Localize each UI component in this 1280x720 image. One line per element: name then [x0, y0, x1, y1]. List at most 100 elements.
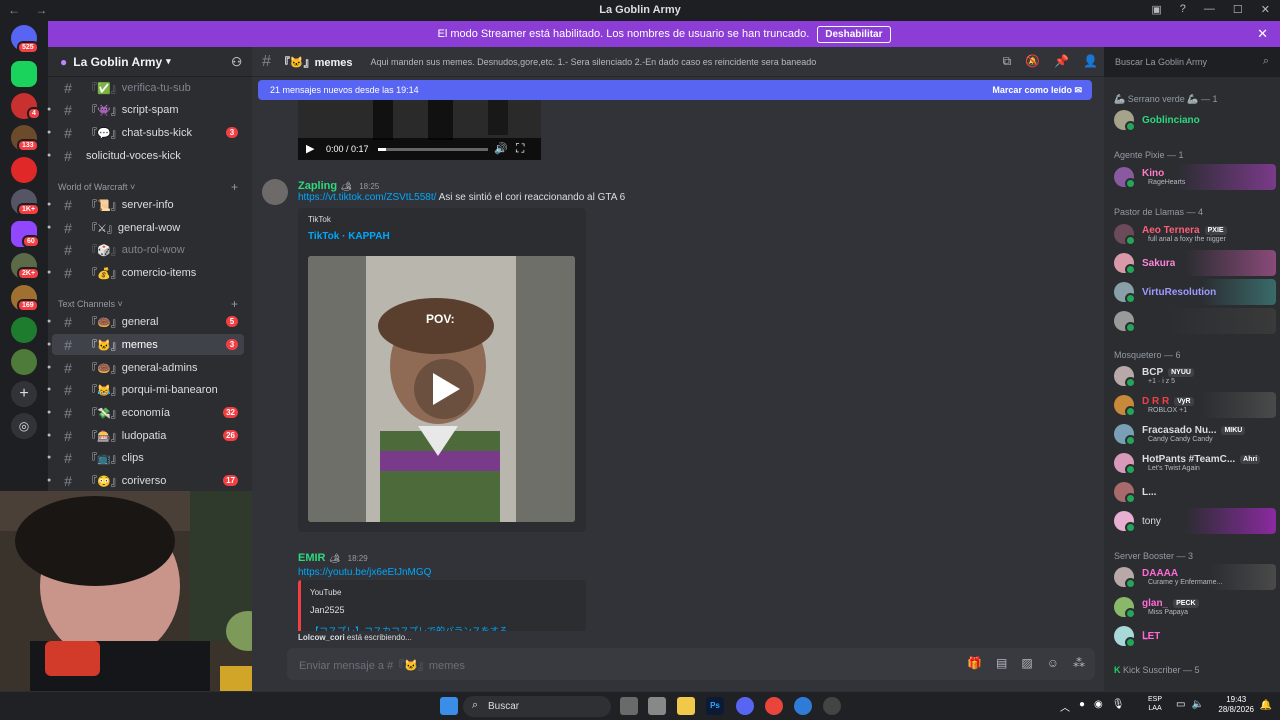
language-indicator[interactable]: ESP LAA — [1148, 695, 1162, 713]
pin-icon[interactable]: 📌 — [1054, 54, 1069, 69]
channel-clips[interactable]: ● # 『📺』 clips — [47, 447, 244, 468]
channel-porqui-mi-banearon[interactable]: ● # 『😹』 porqui-mi-banearon — [47, 379, 244, 400]
app-icon[interactable] — [823, 697, 841, 715]
channel-script-spam[interactable]: ● # 『👾』 script-spam — [47, 99, 244, 120]
member-item[interactable]: tony — [1110, 508, 1276, 534]
category-world-of-warcraft[interactable]: World of Warcraft ˅ + — [58, 180, 238, 194]
play-icon[interactable]: ▶ — [306, 142, 314, 155]
close-window-button[interactable]: ✕ — [1261, 3, 1270, 16]
message-link[interactable]: https://youtu.be/jx6eEtJnMGQ — [298, 567, 431, 578]
channel-label: auto-rol-wow — [121, 243, 185, 256]
sticker-icon[interactable]: ▨ — [1021, 656, 1032, 670]
server-kick-icon[interactable] — [11, 61, 37, 87]
add-server-icon[interactable]: + — [11, 381, 37, 407]
channel-verifica-tu-sub[interactable]: # 『✅』 verifica-tu-sub — [52, 77, 244, 98]
photoshop-icon[interactable]: Ps — [706, 697, 724, 715]
discord-taskbar-icon[interactable] — [736, 697, 754, 715]
app-icon[interactable] — [648, 697, 666, 715]
network-icon[interactable]: ▭ — [1176, 699, 1185, 710]
task-view-icon[interactable] — [620, 697, 638, 715]
channel-chat-subs-kick[interactable]: ● # 『💬』 chat-subs-kick 3 — [47, 122, 244, 143]
channel-general[interactable]: ● # 『🍩』 general 5 — [47, 311, 244, 332]
channel-coriverso[interactable]: ● # 『😳』 coriverso 17 — [47, 470, 244, 491]
member-item[interactable]: DAAAA Curame y Enfermame... — [1110, 564, 1276, 590]
new-messages-bar[interactable]: 21 mensajes nuevos desde las 19:14 Marca… — [258, 80, 1092, 100]
tray-app-icon[interactable]: ◉ — [1094, 699, 1103, 714]
volume-icon[interactable]: 🔊 — [494, 142, 508, 155]
mute-bell-icon[interactable]: 🔕 — [1025, 54, 1040, 69]
tray-app-icon[interactable]: ● — [1079, 699, 1085, 714]
server-icon[interactable] — [11, 349, 37, 375]
channel-economia[interactable]: ● # 『💸』 economía 32 — [47, 402, 244, 423]
member-item[interactable]: L... — [1110, 479, 1276, 505]
explore-icon[interactable]: ◎ — [11, 413, 37, 439]
mark-as-read-button[interactable]: Marcar como leído ✉ — [992, 85, 1082, 96]
close-banner-icon[interactable]: ✕ — [1257, 26, 1268, 42]
apps-icon[interactable]: ⁂ — [1073, 656, 1085, 670]
volume-icon[interactable]: 🔈 — [1191, 699, 1203, 710]
server-icon[interactable] — [11, 317, 37, 343]
channel-comercio-items[interactable]: ● # 『💰』 comercio-items — [47, 262, 244, 283]
server-icon[interactable] — [11, 157, 37, 183]
category-text-channels[interactable]: Text Channels ˅ + — [58, 297, 238, 311]
file-explorer-icon[interactable] — [677, 697, 695, 715]
help-icon[interactable]: ? — [1180, 3, 1186, 16]
embed-title[interactable]: TikTok · KAPPAH — [308, 231, 390, 242]
add-channel-icon[interactable]: + — [231, 180, 238, 194]
channel-solicitud-voces-kick[interactable]: ● # solicitud-voces-kick — [47, 145, 244, 166]
video-attachment[interactable]: ▶ 0:00 / 0:17 🔊 ⛶ — [298, 100, 541, 160]
taskbar-search[interactable]: ⌕ Buscar — [463, 696, 611, 717]
member-item[interactable]: Goblinciano — [1110, 107, 1276, 133]
channel-general-admins[interactable]: ● # 『🍩』 general-admins — [47, 357, 244, 378]
member-item[interactable] — [1110, 308, 1276, 334]
add-member-icon[interactable]: ⚇ — [231, 55, 242, 69]
maximize-button[interactable]: ☐ — [1233, 3, 1243, 16]
member-item[interactable]: glan_ PECK Miss Papaya — [1110, 594, 1276, 620]
member-item[interactable]: HotPants #TeamC... Ahri Let's Twist Again — [1110, 450, 1276, 476]
message-link[interactable]: https://vt.tiktok.com/ZSVtL558t/ — [298, 192, 436, 203]
tray-chevron-icon[interactable]: ︿ — [1060, 699, 1070, 714]
members-icon[interactable]: 👤 — [1083, 54, 1098, 69]
server-header[interactable]: ● La Goblin Army ▾ ⚇ — [48, 47, 252, 77]
threads-icon[interactable]: ⧉ — [1003, 54, 1012, 69]
inbox-icon[interactable]: ▣ — [1151, 3, 1161, 16]
unread-dot-icon: ● — [47, 224, 52, 231]
channel-memes[interactable]: ● # 『🐱』 memes 3 — [47, 334, 244, 355]
embed-author[interactable]: Jan2525 — [310, 605, 345, 615]
video-progress-bar[interactable] — [378, 148, 488, 151]
microphone-icon[interactable]: 🎙 — [1112, 699, 1125, 714]
member-item[interactable]: Aeo Ternera PXIE full anal a foxy the nigg… — [1110, 221, 1276, 247]
channel-sidebar: ● La Goblin Army ▾ ⚇ # 『✅』 verifica-tu-sub… — [47, 47, 252, 491]
embed-video[interactable]: POV: — [308, 256, 575, 522]
clock[interactable]: 19:43 28/8/2026 — [1218, 695, 1254, 715]
member-item[interactable]: ᒪET — [1110, 623, 1276, 649]
gift-icon[interactable]: 🎁 — [967, 656, 982, 670]
member-item[interactable]: Kino RageHearts — [1110, 164, 1276, 190]
channel-auto-rol-wow[interactable]: # 『🎲』 auto-rol-wow — [52, 239, 244, 260]
username[interactable]: Zapling — [298, 180, 337, 192]
member-item[interactable]: Sakura — [1110, 250, 1276, 276]
gif-icon[interactable]: ▤ — [996, 656, 1007, 670]
windows-start-icon[interactable] — [440, 697, 458, 715]
member-item[interactable]: VirtuResolution — [1110, 279, 1276, 305]
search-input[interactable]: Buscar La Goblin Army ⌕ — [1109, 51, 1275, 73]
message-composer[interactable]: Enviar mensaje a #『🐱』memes 🎁 ▤ ▨ ☺ ⁂ — [287, 648, 1095, 680]
chrome-icon[interactable] — [765, 697, 783, 715]
notification-icon[interactable]: 🔔 — [1260, 700, 1272, 711]
channel-ludopatia[interactable]: ● # 『🎰』 ludopatia 26 — [47, 425, 244, 446]
username[interactable]: EMIR — [298, 552, 326, 564]
add-channel-icon[interactable]: + — [231, 297, 238, 311]
member-item[interactable]: D R R VyR ROBLOX +1 — [1110, 392, 1276, 418]
disable-streamer-button[interactable]: Deshabilitar — [817, 25, 891, 43]
member-item[interactable]: Fracasado Nu... MIKU Candy Candy Candy — [1110, 421, 1276, 447]
channel-topic[interactable]: Aqui manden sus memes. Desnudos,gore,etc… — [371, 57, 817, 67]
badge: 2K+ — [17, 267, 41, 280]
avatar[interactable] — [262, 179, 288, 205]
emoji-icon[interactable]: ☺ — [1047, 656, 1059, 670]
fullscreen-icon[interactable]: ⛶ — [516, 141, 524, 156]
channel-server-info[interactable]: ● # 『📜』 server-info — [47, 194, 244, 215]
app-icon[interactable] — [794, 697, 812, 715]
channel-general-wow[interactable]: ● # 『⚔』 general-wow — [47, 217, 244, 238]
minimize-button[interactable]: — — [1204, 3, 1215, 16]
member-item[interactable]: BCP NYUU +1 · i z 5 — [1110, 363, 1276, 389]
